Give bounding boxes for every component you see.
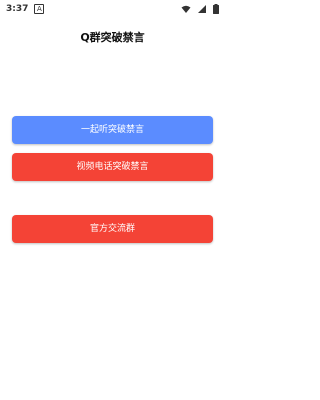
listen-together-button[interactable]: 一起听突破禁言 bbox=[12, 116, 213, 144]
status-right bbox=[181, 4, 219, 14]
notification-a-icon: A bbox=[34, 4, 45, 14]
page-title: Q群突破禁言 bbox=[80, 31, 145, 44]
status-time: 3:37 bbox=[6, 4, 29, 14]
video-call-button[interactable]: 视频电话突破禁言 bbox=[12, 153, 213, 181]
official-group-button[interactable]: 官方交流群 bbox=[12, 215, 213, 243]
signal-icon bbox=[198, 5, 206, 13]
wifi-icon bbox=[181, 5, 191, 13]
battery-icon bbox=[213, 4, 219, 14]
status-bar: 3:37 A bbox=[0, 0, 225, 18]
status-left: 3:37 A bbox=[6, 4, 45, 14]
